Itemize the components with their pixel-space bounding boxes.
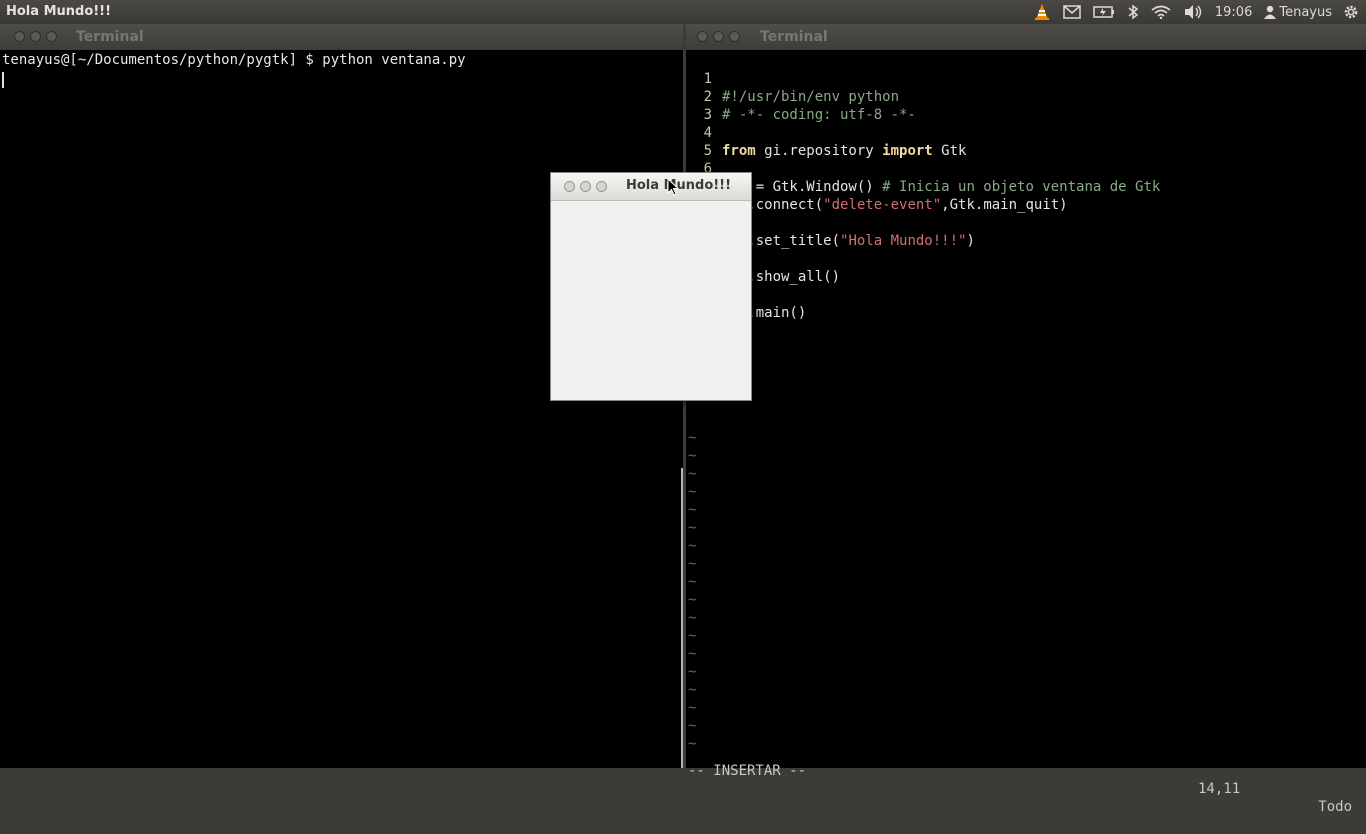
wifi-icon[interactable] xyxy=(1145,0,1177,24)
tilde-marker: ~ xyxy=(688,646,697,662)
tilde-marker: ~ xyxy=(688,466,697,482)
string-literal: "Hola Mundo!!!" xyxy=(840,233,967,249)
minimize-button[interactable] xyxy=(580,181,591,192)
code-fragment: ) xyxy=(966,233,975,249)
close-button[interactable] xyxy=(14,31,25,42)
code-line: 4 from gi.repository import Gtk xyxy=(686,106,967,159)
code-line: 1 #!/usr/bin/env python xyxy=(686,52,899,105)
top-panel: Hola Mundo!!! 19:06 Tenayus xyxy=(0,0,1366,24)
tilde-marker: ~ xyxy=(688,700,697,716)
user-menu[interactable]: Tenayus xyxy=(1258,0,1336,24)
mail-icon[interactable] xyxy=(1057,0,1087,24)
code-line: 3 xyxy=(686,88,737,123)
scroll-indicator: Todo xyxy=(1318,799,1352,815)
shell-prompt: tenayus@[~/Documentos/python/pygtk] $ py… xyxy=(2,52,466,68)
tilde-marker: ~ xyxy=(688,718,697,734)
code-text: #!/usr/bin/env python xyxy=(722,89,900,105)
tilde-marker: ~ xyxy=(688,538,697,554)
maximize-button[interactable] xyxy=(729,31,740,42)
tilde-marker: ~ xyxy=(688,592,697,608)
close-button[interactable] xyxy=(697,31,708,42)
bluetooth-icon[interactable] xyxy=(1121,0,1145,24)
vim-mode: -- INSERTAR -- xyxy=(688,763,807,779)
tilde-marker: ~ xyxy=(688,682,697,698)
code-fragment: Gtk xyxy=(932,143,967,159)
tilde-marker: ~ xyxy=(688,430,697,446)
code-line: 2 # -*- coding: utf-8 -*- xyxy=(686,70,916,123)
window-controls xyxy=(14,31,57,42)
code-text: # -*- coding: utf-8 -*- xyxy=(722,107,916,123)
close-button[interactable] xyxy=(564,181,575,192)
cursor-position: 14,11 xyxy=(1198,781,1241,797)
tilde-marker: ~ xyxy=(688,628,697,644)
tilde-marker: ~ xyxy=(688,520,697,536)
minimize-button[interactable] xyxy=(30,31,41,42)
terminal-output[interactable]: tenayus@[~/Documentos/python/pygtk] $ py… xyxy=(0,50,683,768)
tilde-marker: ~ xyxy=(688,574,697,590)
code-text: from gi.repository import Gtk xyxy=(722,142,966,160)
vlc-icon[interactable] xyxy=(1027,0,1057,24)
window-controls xyxy=(564,181,607,192)
maximize-button[interactable] xyxy=(596,181,607,192)
text-cursor xyxy=(2,72,4,88)
active-window-title: Hola Mundo!!! xyxy=(6,4,112,19)
code-text: win.set_title("Hola Mundo!!!") xyxy=(722,232,975,250)
code-fragment: ,Gtk.main_quit) xyxy=(941,197,1068,213)
code-text: win = Gtk.Window() # Inicia un objeto ve… xyxy=(722,178,1160,196)
user-name: Tenayus xyxy=(1279,4,1332,20)
window-titlebar[interactable]: Hola Mundo!!! xyxy=(551,173,751,201)
keyword: import xyxy=(882,143,933,159)
gtk-hola-mundo-window[interactable]: Hola Mundo!!! xyxy=(550,172,752,401)
tilde-marker: ~ xyxy=(688,664,697,680)
code-fragment: gi.repository xyxy=(755,143,883,159)
mouse-pointer-icon xyxy=(667,178,679,196)
clock[interactable]: 19:06 xyxy=(1209,0,1258,24)
tilde-marker: ~ xyxy=(688,502,697,518)
tilde-marker: ~ xyxy=(688,484,697,500)
code-line: 7 xyxy=(686,160,737,168)
user-icon xyxy=(1264,5,1277,19)
vim-editor[interactable]: 1 #!/usr/bin/env python 2 # -*- coding: … xyxy=(686,50,1366,815)
vim-statusline: -- INSERTAR -- 14,11 Todo xyxy=(686,744,1366,815)
indicator-area: 19:06 Tenayus xyxy=(1027,0,1366,24)
code-line: 6 win = Gtk.Window() # Inicia un objeto … xyxy=(686,142,1161,195)
session-gear-icon[interactable] xyxy=(1336,0,1366,24)
volume-icon[interactable] xyxy=(1177,0,1209,24)
window-title: Terminal xyxy=(76,29,144,45)
string-literal: "delete-event" xyxy=(823,197,942,213)
maximize-button[interactable] xyxy=(46,31,57,42)
tilde-marker: ~ xyxy=(688,556,697,572)
window-title: Terminal xyxy=(760,29,828,45)
window-titlebar[interactable]: Terminal xyxy=(0,24,683,50)
scrollbar-thumb[interactable] xyxy=(681,468,683,768)
comment: # Inicia un objeto ventana de Gtk xyxy=(882,179,1161,195)
terminal-window-right[interactable]: Terminal 1 #!/usr/bin/env python 2 # -*-… xyxy=(686,24,1366,815)
window-titlebar[interactable]: Terminal xyxy=(686,24,1366,50)
window-controls xyxy=(697,31,740,42)
code-line: 5 xyxy=(686,124,737,159)
battery-icon[interactable] xyxy=(1087,0,1121,24)
tilde-marker: ~ xyxy=(688,610,697,626)
code-text: win.connect("delete-event",Gtk.main_quit… xyxy=(722,196,1068,214)
minimize-button[interactable] xyxy=(713,31,724,42)
tilde-marker: ~ xyxy=(688,448,697,464)
